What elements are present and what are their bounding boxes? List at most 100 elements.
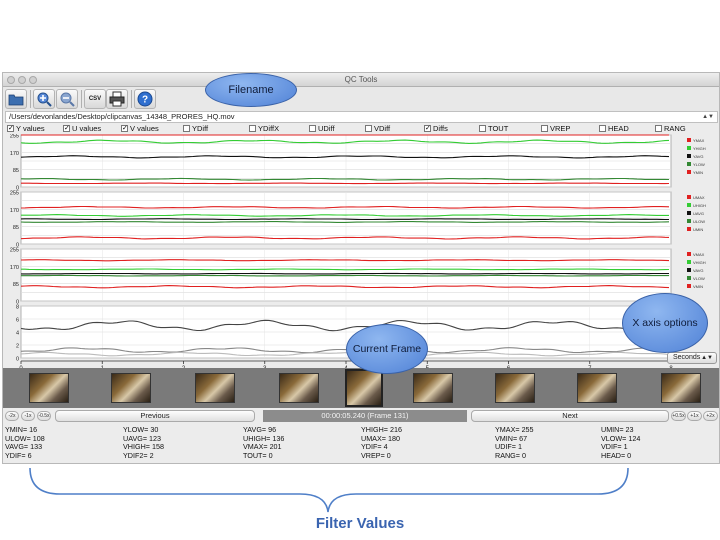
filter-value: YDIF= 6 (5, 450, 32, 460)
speed-button[interactable]: +0.5x (671, 411, 686, 421)
legend-label: VAVG (693, 268, 704, 273)
checkbox[interactable] (365, 125, 372, 132)
legend-label: VHIGH (693, 260, 706, 265)
speed-button[interactable]: -2x (5, 411, 19, 421)
checkbox-label: U values (72, 124, 102, 133)
legend-label: ULOW (693, 219, 705, 224)
checkbox[interactable] (655, 125, 662, 132)
filter-value: TOUT= 0 (243, 450, 273, 460)
window-title: QC Tools (344, 75, 378, 84)
filter-checkbox-ydiffx[interactable]: YDiffX (249, 124, 279, 133)
help-icon: ? (137, 91, 153, 107)
v-series-2 (21, 272, 669, 275)
diff-tick-label: 8 (16, 305, 19, 311)
file-path: /Users/devonlandes/Desktop/clipcanvas_14… (9, 112, 235, 121)
legend-swatch (687, 211, 691, 215)
frame-thumbnail[interactable] (29, 373, 69, 403)
filter-checkbox-y-values[interactable]: ✓ Y values (7, 124, 45, 133)
checkbox[interactable] (183, 125, 190, 132)
callout-current-frame: Current Frame (346, 324, 428, 374)
filter-checkbox-tout[interactable]: TOUT (479, 124, 508, 133)
previous-button[interactable]: Previous (55, 410, 255, 422)
filter-checkbox-diffs[interactable]: ✓ Diffs (424, 124, 448, 133)
filter-checkbox-vrep[interactable]: VREP (541, 124, 570, 133)
x-axis-unit: Seconds (673, 354, 701, 361)
title-bar: QC Tools (3, 73, 719, 87)
filter-checkbox-ydiff[interactable]: YDiff (183, 124, 208, 133)
legend-swatch (687, 268, 691, 272)
frame-thumbnail[interactable] (279, 373, 319, 403)
file-path-select[interactable]: /Users/devonlandes/Desktop/clipcanvas_14… (5, 111, 718, 123)
speed-button[interactable]: -1x (21, 411, 35, 421)
speed-button[interactable]: +1x (687, 411, 702, 421)
u-tick-label: 85 (13, 225, 19, 231)
v-tick-label: 255 (10, 248, 19, 254)
checkbox[interactable] (541, 125, 548, 132)
u-series-2 (20, 218, 669, 221)
legend-swatch (687, 138, 691, 142)
u-tick-label: 170 (10, 208, 19, 214)
checkbox-label: V values (130, 124, 159, 133)
filter-checkbox-vdiff[interactable]: VDiff (365, 124, 390, 133)
x-axis-unit-select[interactable]: Seconds ▲▼ (667, 352, 717, 364)
checkbox[interactable]: ✓ (63, 125, 70, 132)
frame-thumbnail[interactable] (195, 373, 235, 403)
legend-label: YLOW (693, 162, 705, 167)
frame-thumbnail[interactable] (495, 373, 535, 403)
legend-swatch (687, 170, 691, 174)
legend-swatch (687, 260, 691, 264)
frame-thumbnail[interactable] (413, 373, 453, 403)
frame-thumbnail[interactable] (577, 373, 617, 403)
filter-value: VREP= 0 (361, 450, 391, 460)
zoom-in-button[interactable] (33, 89, 55, 109)
legend-label: UMIN (693, 227, 703, 232)
navigation-bar: Previous 00:00:05.240 (Frame 131) Next -… (3, 409, 719, 423)
filter-checkbox-rang[interactable]: RANG (655, 124, 686, 133)
csv-export-button[interactable]: CSV (84, 89, 106, 109)
checkbox-label: VDiff (374, 124, 391, 133)
checkbox-label: Y values (16, 124, 45, 133)
legend-label: YHIGH (693, 146, 706, 151)
checkbox[interactable]: ✓ (424, 125, 431, 132)
speed-button[interactable]: +2x (703, 411, 718, 421)
next-button[interactable]: Next (471, 410, 669, 422)
legend-label: VLOW (693, 276, 705, 281)
print-button[interactable] (106, 89, 128, 109)
y-tick-label: 85 (13, 168, 19, 174)
checkbox-label: RANG (664, 124, 686, 133)
chevron-updown-icon: ▲▼ (702, 114, 714, 120)
zoom-in-icon (37, 92, 52, 107)
checkbox-label: TOUT (488, 124, 509, 133)
checkbox[interactable]: ✓ (7, 125, 14, 132)
checkbox[interactable]: ✓ (121, 125, 128, 132)
toolbar: CSV ? (3, 87, 719, 111)
time-label[interactable]: 00:00:05.240 (Frame 131) (263, 410, 467, 422)
checkbox-label: HEAD (608, 124, 629, 133)
values-column: YMAX= 255 VMIN= 67 UDIF= 1 RANG= 0 (495, 425, 534, 460)
filter-checkbox-v-values[interactable]: ✓ V values (121, 124, 159, 133)
frame-thumbnail[interactable] (111, 373, 151, 403)
zoom-out-button[interactable] (56, 89, 78, 109)
values-column: YMIN= 16 ULOW= 108 VAVG= 133 YDIF= 6 (5, 425, 45, 460)
legend-swatch (687, 284, 691, 288)
checkbox[interactable] (599, 125, 606, 132)
frame-thumbnail[interactable] (661, 373, 701, 403)
legend-swatch (687, 203, 691, 207)
legend-label: UAVG (693, 211, 704, 216)
filter-checkbox-udiff[interactable]: UDiff (309, 124, 335, 133)
open-file-button[interactable] (5, 89, 27, 109)
filter-checkbox-head[interactable]: HEAD (599, 124, 629, 133)
legend-label: YMIN (693, 170, 703, 175)
callout-x-axis-options: X axis options (622, 293, 708, 353)
checkbox[interactable] (479, 125, 486, 132)
print-icon (109, 91, 125, 107)
help-button[interactable]: ? (134, 89, 156, 109)
current-frame-thumbnail[interactable] (345, 369, 383, 407)
qctools-window: QC Tools CSV ? /Users/devonlandes/Deskto… (2, 72, 720, 464)
checkbox[interactable] (309, 125, 316, 132)
legend-label: UMAX (693, 195, 705, 200)
legend-swatch (687, 276, 691, 280)
checkbox[interactable] (249, 125, 256, 132)
speed-button[interactable]: -0.5x (37, 411, 51, 421)
filter-checkbox-u-values[interactable]: ✓ U values (63, 124, 101, 133)
